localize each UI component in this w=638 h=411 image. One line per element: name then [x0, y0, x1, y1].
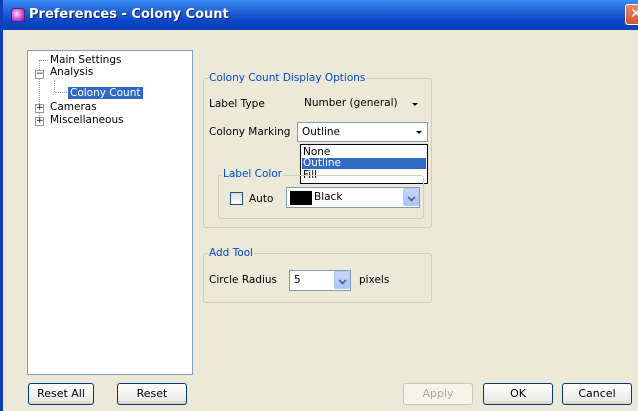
colony-marking-select[interactable]: Outline	[297, 122, 428, 142]
circle-radius-value: 5	[294, 274, 301, 286]
color-swatch	[290, 191, 312, 205]
settings-tree[interactable]: Main Settings − Analysis Colony Count + …	[27, 50, 193, 375]
reset-button[interactable]: Reset	[117, 383, 187, 405]
auto-color-label: Auto	[249, 193, 274, 205]
title-bar[interactable]: Preferences - Colony Count ✕	[3, 0, 638, 30]
reset-all-button[interactable]: Reset All	[28, 383, 94, 405]
chevron-down-icon	[403, 188, 419, 206]
colony-marking-label: Colony Marking	[209, 126, 291, 138]
tree-connector	[40, 60, 48, 61]
tree-item-main-settings[interactable]: Main Settings	[50, 54, 121, 66]
auto-color-checkbox[interactable]	[230, 192, 243, 205]
tree-item-label: Colony Count	[68, 87, 143, 99]
colony-marking-value: Outline	[302, 126, 340, 138]
preferences-window: Preferences - Colony Count ✕ Main Settin…	[0, 0, 638, 411]
dropdown-option-outline[interactable]: Outline	[302, 158, 426, 169]
tree-item-label: Main Settings	[50, 54, 122, 66]
chevron-down-icon	[416, 131, 422, 134]
tree-connector	[54, 80, 55, 92]
label-type-label: Label Type	[209, 98, 265, 110]
circle-radius-label: Circle Radius	[209, 274, 278, 286]
label-type-value: Number (general)	[304, 97, 398, 109]
tree-item-label: Cameras	[50, 101, 97, 113]
expand-miscellaneous-icon[interactable]: +	[35, 117, 44, 126]
collapse-analysis-icon[interactable]: −	[35, 70, 44, 79]
apply-button[interactable]: Apply	[403, 383, 473, 405]
ok-button[interactable]: OK	[483, 383, 553, 405]
circle-radius-unit: pixels	[359, 274, 390, 286]
label-color-select[interactable]: Black	[286, 187, 420, 208]
chevron-down-icon	[412, 103, 418, 106]
chevron-down-icon	[334, 271, 350, 289]
tree-item-analysis[interactable]: Analysis	[50, 66, 93, 78]
label-color-value: Black	[314, 191, 343, 203]
tree-connector	[55, 92, 67, 93]
app-icon	[11, 8, 25, 22]
label-color-title: Label Color	[222, 168, 284, 180]
window-title: Preferences - Colony Count	[29, 7, 229, 22]
tree-item-miscellaneous[interactable]: Miscellaneous	[50, 114, 124, 126]
cancel-button[interactable]: Cancel	[562, 383, 632, 405]
circle-radius-select[interactable]: 5	[289, 270, 351, 291]
expand-cameras-icon[interactable]: +	[35, 104, 44, 113]
add-tool-title: Add Tool	[208, 247, 255, 259]
tree-item-label: Miscellaneous	[50, 114, 124, 126]
display-options-title: Colony Count Display Options	[208, 72, 367, 84]
tree-item-label: Analysis	[50, 66, 94, 78]
tree-item-colony-count[interactable]: Colony Count	[68, 87, 143, 99]
label-type-select[interactable]: Number (general)	[300, 94, 424, 114]
close-button[interactable]: ✕	[625, 4, 638, 25]
tree-item-cameras[interactable]: Cameras	[50, 101, 97, 113]
